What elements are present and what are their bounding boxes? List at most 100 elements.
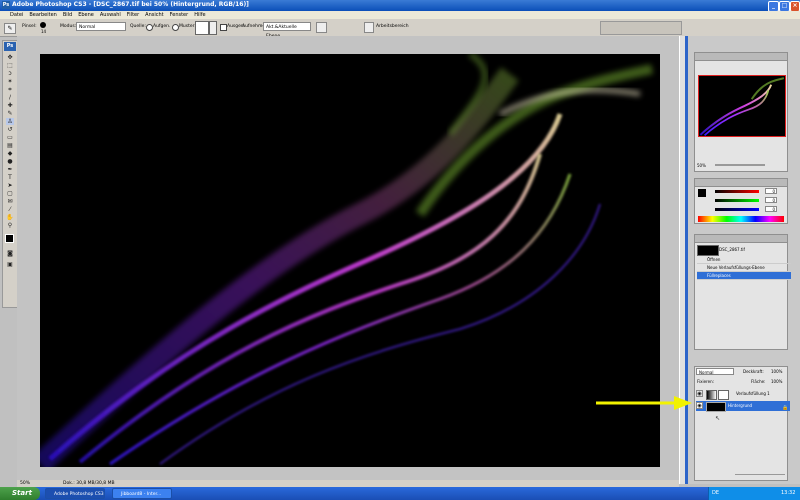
move-tool-icon[interactable]: ✥ — [6, 54, 14, 61]
menu-bearbeiten[interactable]: Bearbeiten — [29, 11, 56, 19]
visibility-eye-icon[interactable]: ◉ — [696, 402, 703, 409]
type-tool-icon[interactable]: T — [6, 174, 14, 181]
pattern-label: Muster: — [179, 24, 196, 29]
path-selection-tool-icon[interactable]: ➤ — [6, 182, 14, 189]
blend-mode-select[interactable]: Normal — [696, 368, 734, 375]
notes-tool-icon[interactable]: ✉ — [6, 198, 14, 205]
slice-tool-icon[interactable]: ∕ — [6, 94, 14, 101]
color-tab[interactable] — [695, 179, 787, 187]
workspace-button[interactable]: Arbeitsbereich — [376, 24, 409, 29]
start-button[interactable]: Start — [0, 487, 40, 500]
menu-ansicht[interactable]: Ansicht — [145, 11, 163, 19]
blur-tool-icon[interactable]: ◆ — [6, 150, 14, 157]
background-layer-thumbnail — [706, 402, 726, 412]
mode-select[interactable]: Normal — [76, 22, 126, 31]
history-item[interactable]: Neue Verlaufsfüllungs-Ebene — [697, 264, 791, 272]
history-item-label: Füllreplaces — [707, 273, 731, 278]
snapshot-thumbnail[interactable] — [697, 245, 719, 256]
healing-brush-tool-icon[interactable]: ✚ — [6, 102, 14, 109]
color-spectrum[interactable] — [698, 216, 784, 222]
eraser-tool-icon[interactable]: ▭ — [6, 134, 14, 141]
navigator-tab[interactable] — [695, 53, 787, 61]
pattern-swatch[interactable] — [195, 21, 209, 35]
layer-row-selected[interactable]: ◉ Hintergrund 🔒 — [696, 401, 790, 412]
history-brush-tool-icon[interactable]: ↺ — [6, 126, 14, 133]
ignore-adjustment-icon[interactable] — [316, 22, 327, 33]
color-panel: 0 0 0 — [694, 178, 788, 224]
menu-bild[interactable]: Bild — [63, 11, 72, 19]
quick-mask-icon[interactable]: ◙ — [6, 250, 14, 257]
opacity-value[interactable]: 100% — [771, 369, 782, 374]
workspace-icon[interactable] — [364, 22, 374, 33]
crop-tool-icon[interactable]: ⌗ — [6, 86, 14, 93]
fill-value[interactable]: 100% — [771, 379, 782, 384]
taskbar-item-browser[interactable]: Jibboard8 - Inter... — [112, 488, 172, 499]
menu-ebene[interactable]: Ebene — [78, 11, 94, 19]
pattern-radio[interactable] — [172, 24, 179, 31]
history-tab[interactable] — [695, 235, 787, 243]
red-slider[interactable] — [715, 190, 759, 193]
foreground-color-swatch[interactable] — [698, 189, 706, 197]
screen-mode-icon[interactable]: ▣ — [6, 261, 14, 268]
green-value[interactable]: 0 — [765, 197, 777, 203]
magic-wand-tool-icon[interactable]: ✶ — [6, 78, 14, 85]
layer-mask-thumbnail — [718, 390, 729, 400]
clone-stamp-tool-icon[interactable]: ♙ — [6, 118, 14, 125]
pen-tool-icon[interactable]: ✒ — [6, 166, 14, 173]
visibility-eye-icon[interactable]: ◉ — [696, 390, 703, 397]
dodge-tool-icon[interactable]: ● — [6, 158, 14, 165]
brush-label: Pinsel: — [22, 24, 37, 29]
aligned-checkbox[interactable] — [220, 24, 227, 31]
lasso-tool-icon[interactable]: ↄ — [6, 70, 14, 77]
red-value[interactable]: 0 — [765, 188, 777, 194]
blue-value[interactable]: 0 — [765, 206, 777, 212]
image-canvas[interactable] — [40, 54, 660, 467]
panel-well — [600, 21, 682, 35]
pattern-dropdown-icon[interactable] — [209, 21, 217, 35]
photoshop-logo: Ps — [4, 42, 16, 51]
sampled-label: Aufgen. — [153, 24, 171, 29]
sampled-radio[interactable] — [146, 24, 153, 31]
history-item-selected[interactable]: Füllreplaces — [697, 272, 791, 280]
photoshop-app-icon: Ps — [2, 1, 10, 9]
history-footer-icons[interactable] — [755, 340, 785, 346]
layer-name: Hintergrund — [728, 403, 753, 408]
source-label: Quelle: — [130, 24, 146, 29]
navigator-zoom[interactable]: 50% — [697, 163, 706, 168]
lock-label: Fixieren: — [697, 379, 714, 384]
sample-select[interactable]: Akt.&Aktuelle Ebene — [263, 22, 311, 39]
green-slider[interactable] — [715, 199, 759, 202]
menu-hilfe[interactable]: Hilfe — [194, 11, 205, 19]
brush-tool-icon[interactable]: ✎ — [4, 23, 16, 34]
brush-preview-icon[interactable] — [40, 22, 46, 28]
mode-label: Modus: — [60, 24, 77, 29]
annotation-arrow-icon — [596, 396, 692, 410]
document-size: Dok.: 30,8 MB/30,8 MB — [63, 481, 115, 486]
taskbar-item-photoshop[interactable]: Adobe Photoshop CS3 ... — [45, 488, 105, 499]
zoom-tool-icon[interactable]: ⚲ — [6, 222, 14, 229]
menu-filter[interactable]: Filter — [127, 11, 139, 19]
marquee-tool-icon[interactable]: ⬚ — [6, 62, 14, 69]
layer-row[interactable]: ◉ Verlaufsfüllung 1 — [696, 389, 790, 400]
layer-name: Verlaufsfüllung 1 — [736, 391, 770, 396]
navigator-thumbnail[interactable] — [698, 75, 786, 137]
smoke-artwork — [40, 54, 654, 467]
blue-slider[interactable] — [715, 208, 759, 211]
history-item[interactable]: Öffnen — [697, 256, 791, 264]
zoom-field[interactable]: 50% — [20, 481, 30, 486]
menu-datei[interactable]: Datei — [10, 11, 23, 19]
shape-tool-icon[interactable]: ▢ — [6, 190, 14, 197]
menu-bar: Datei Bearbeiten Bild Ebene Auswahl Filt… — [0, 11, 800, 19]
navigator-zoom-slider[interactable] — [715, 164, 765, 166]
language-indicator[interactable]: DE — [712, 487, 719, 500]
eyedropper-tool-icon[interactable]: ⁄ — [6, 206, 14, 213]
foreground-color-swatch[interactable] — [5, 234, 14, 243]
gradient-tool-icon[interactable]: ▤ — [6, 142, 14, 149]
snapshot-name[interactable]: DSC_2867.tif — [719, 247, 745, 252]
layers-footer-icons[interactable] — [735, 474, 785, 481]
menu-auswahl[interactable]: Auswahl — [100, 11, 121, 19]
hand-tool-icon[interactable]: ✋ — [6, 214, 14, 221]
status-bar: 50% Dok.: 30,8 MB/30,8 MB — [17, 480, 679, 487]
brush-tool-icon[interactable]: ✎ — [6, 110, 14, 117]
menu-fenster[interactable]: Fenster — [170, 11, 189, 19]
